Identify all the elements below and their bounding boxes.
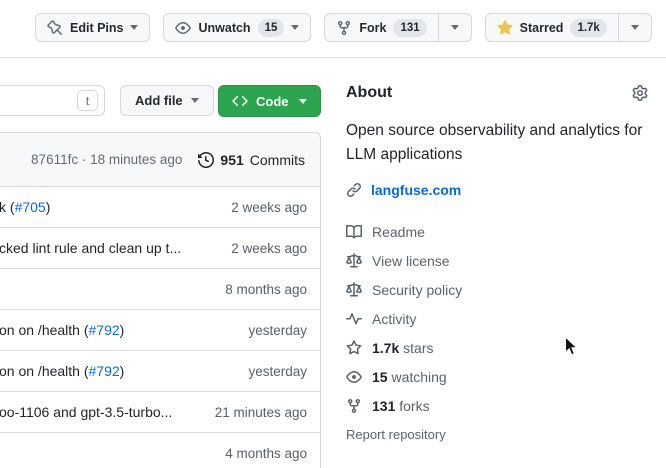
link-icon [346,182,362,198]
fork-count-badge: 131 [393,19,426,37]
gear-icon[interactable] [632,85,648,101]
fork-icon [336,20,352,36]
sidebar-item-license[interactable]: View license [346,246,648,275]
sidebar-item-watching[interactable]: 15 watching [346,362,648,391]
report-repository-link[interactable]: Report repository [346,427,446,442]
sidebar-item-label: 131 forks [372,398,430,414]
add-file-label: Add file [135,93,183,108]
sidebar-item-security[interactable]: Security policy [346,275,648,304]
fork-icon [346,398,362,414]
add-file-button[interactable]: Add file [120,85,214,116]
commits-count: 951 [220,152,243,168]
fork-dropdown-button[interactable] [439,13,472,42]
sidebar-item-stars[interactable]: 1.7k stars [346,333,648,362]
law-icon [346,282,362,298]
pulse-icon [346,311,362,327]
chevron-down-icon [631,25,639,30]
table-row: 8 months ago [0,269,320,310]
table-row: oo-1106 and gpt-3.5-turbo... 21 minutes … [0,392,320,433]
commits-history-link[interactable]: 951 Commits [198,152,305,168]
commit-date[interactable]: 21 minutes ago [205,405,307,420]
chevron-down-icon [299,99,307,104]
website-link[interactable]: langfuse.com [371,182,461,198]
table-row: 4 months ago [0,433,320,468]
code-icon [232,93,248,109]
sidebar-item-activity[interactable]: Activity [346,304,648,333]
eye-icon [346,369,362,385]
eye-icon [175,20,191,36]
fork-label: Fork [359,21,386,35]
repo-action-bar: Edit Pins Unwatch 15 Fork 131 [0,0,666,58]
commit-message: k (#705) [0,199,50,215]
sidebar-item-label: Security policy [372,282,462,298]
commit-message: oo-1106 and gpt-3.5-turbo... [0,404,172,420]
chevron-down-icon [451,25,459,30]
about-sidebar: About Open source observability and anal… [346,84,648,444]
star-icon [346,340,362,356]
commit-date[interactable]: 2 weeks ago [221,241,307,256]
commit-message: on on /health (#792) [0,322,124,338]
sidebar-item-label: View license [372,253,450,269]
unwatch-button[interactable]: Unwatch 15 [163,13,311,42]
issue-link[interactable]: #792 [89,322,120,338]
starred-button[interactable]: Starred 1.7k [485,13,619,42]
star-button-group: Starred 1.7k [485,13,652,42]
star-dropdown-button[interactable] [619,13,652,42]
goto-file-input[interactable]: t [0,85,105,116]
history-icon [198,152,214,168]
sidebar-item-label: 15 watching [372,369,447,385]
commits-label: Commits [250,152,305,168]
sidebar-item-label: Activity [372,311,416,327]
starred-label: Starred [520,21,564,35]
code-button[interactable]: Code [218,85,321,117]
commit-date[interactable]: 2 weeks ago [221,200,307,215]
pin-icon [47,20,63,36]
about-title: About [346,84,392,102]
sidebar-item-readme[interactable]: Readme [346,217,648,246]
issue-link[interactable]: #792 [89,363,120,379]
latest-commit-meta[interactable]: 87611fc · 18 minutes ago [31,152,182,167]
star-count-badge: 1.7k [570,19,606,37]
commit-date[interactable]: 8 months ago [215,282,307,297]
fork-button[interactable]: Fork 131 [324,13,438,42]
edit-pins-button[interactable]: Edit Pins [35,13,150,42]
commit-message: on on /health (#792) [0,363,124,379]
sidebar-item-forks[interactable]: 131 forks [346,391,648,420]
repo-description: Open source observability and analytics … [346,119,648,167]
chevron-down-icon [191,98,199,103]
sidebar-item-label: 1.7k stars [372,340,433,356]
commit-date[interactable]: 4 months ago [215,446,307,461]
commit-date[interactable]: yesterday [238,364,307,379]
issue-link[interactable]: #705 [15,199,46,215]
commit-message: cked lint rule and clean up t... [0,240,181,256]
sidebar-item-label: Readme [372,224,425,240]
table-row: k (#705) 2 weeks ago [0,187,320,228]
code-label: Code [256,94,289,109]
table-row: on on /health (#792) yesterday [0,310,320,351]
watch-count-badge: 15 [258,19,285,37]
fork-button-group: Fork 131 [324,13,471,42]
table-row: on on /health (#792) yesterday [0,351,320,392]
table-row: cked lint rule and clean up t... 2 weeks… [0,228,320,269]
file-list: 87611fc · 18 minutes ago 951 Commits k (… [0,132,321,468]
latest-commit-bar: 87611fc · 18 minutes ago 951 Commits [0,133,320,187]
law-icon [346,253,362,269]
commit-date[interactable]: yesterday [238,323,307,338]
chevron-down-icon [130,25,138,30]
star-filled-icon [497,20,513,36]
keyboard-shortcut-hint: t [77,90,98,111]
chevron-down-icon [291,25,299,30]
edit-pins-label: Edit Pins [70,21,123,35]
book-icon [346,224,362,240]
unwatch-label: Unwatch [198,21,250,35]
